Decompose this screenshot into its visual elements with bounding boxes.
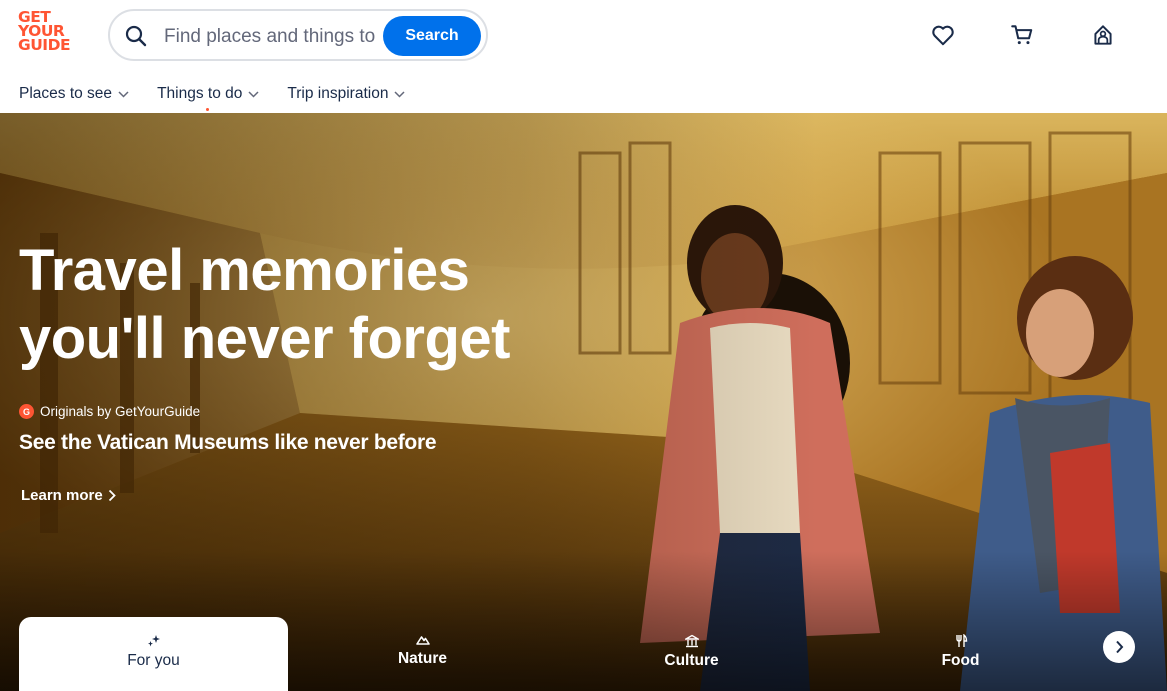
- originals-text: Originals by GetYourGuide: [40, 404, 201, 419]
- cart-icon[interactable]: [1009, 22, 1035, 48]
- chevron-down-icon: [248, 90, 259, 98]
- profile-icon[interactable]: [1090, 22, 1116, 48]
- hero-title-line: you'll never forget: [19, 306, 510, 371]
- tab-label: Culture: [664, 652, 719, 669]
- originals-label: G Originals by GetYourGuide: [19, 404, 200, 419]
- search-bar: Search: [108, 9, 488, 61]
- museum-icon: [684, 634, 699, 648]
- chevron-right-icon: [108, 489, 116, 502]
- learn-more-label: Learn more: [21, 487, 103, 504]
- heart-icon[interactable]: [930, 22, 956, 48]
- main-nav: Places to see Things to do Trip inspirat…: [19, 85, 433, 103]
- search-button[interactable]: Search: [383, 16, 481, 56]
- chevron-down-icon: [394, 90, 405, 98]
- learn-more-link[interactable]: Learn more: [21, 487, 116, 504]
- tab-label: Food: [941, 652, 980, 669]
- fork-knife-icon: [955, 634, 967, 647]
- tab-for-you[interactable]: For you: [19, 617, 288, 691]
- nav-indicator-dot: [206, 108, 209, 111]
- nav-trip-inspiration[interactable]: Trip inspiration: [287, 85, 405, 103]
- nav-item-label: Things to do: [157, 85, 243, 102]
- tab-label: For you: [127, 652, 180, 669]
- tab-culture[interactable]: Culture: [557, 617, 826, 691]
- hero-title: Travel memories you'll never forget: [19, 237, 579, 373]
- tab-label: Nature: [397, 650, 448, 667]
- tab-food[interactable]: Food: [826, 617, 1095, 691]
- search-icon: [125, 25, 147, 47]
- logo-line: GUIDE: [18, 36, 71, 54]
- getyourguide-logo[interactable]: GET YOUR GUIDE: [18, 9, 78, 54]
- search-input[interactable]: [162, 23, 382, 51]
- chevron-down-icon: [118, 90, 129, 98]
- hero-banner: Travel memories you'll never forget G Or…: [0, 113, 1167, 691]
- nav-item-label: Places to see: [19, 85, 113, 102]
- tab-nature[interactable]: Nature: [288, 617, 557, 691]
- hero-title-line: Travel memories: [19, 238, 470, 303]
- hero-subtitle: See the Vatican Museums like never befor…: [19, 431, 437, 454]
- category-tabs: For you Nature Culture Food: [19, 617, 1167, 691]
- site-header: GET YOUR GUIDE Search Places to see Thin…: [0, 0, 1167, 113]
- nav-places-to-see[interactable]: Places to see: [19, 85, 129, 103]
- originals-logo-icon: G: [19, 404, 34, 419]
- chevron-right-icon: [1115, 640, 1123, 654]
- nav-things-to-do[interactable]: Things to do: [157, 85, 259, 103]
- mountain-icon: [415, 636, 430, 645]
- tabs-next-button[interactable]: [1103, 631, 1135, 663]
- sparkle-icon: [147, 635, 160, 647]
- nav-item-label: Trip inspiration: [287, 85, 389, 102]
